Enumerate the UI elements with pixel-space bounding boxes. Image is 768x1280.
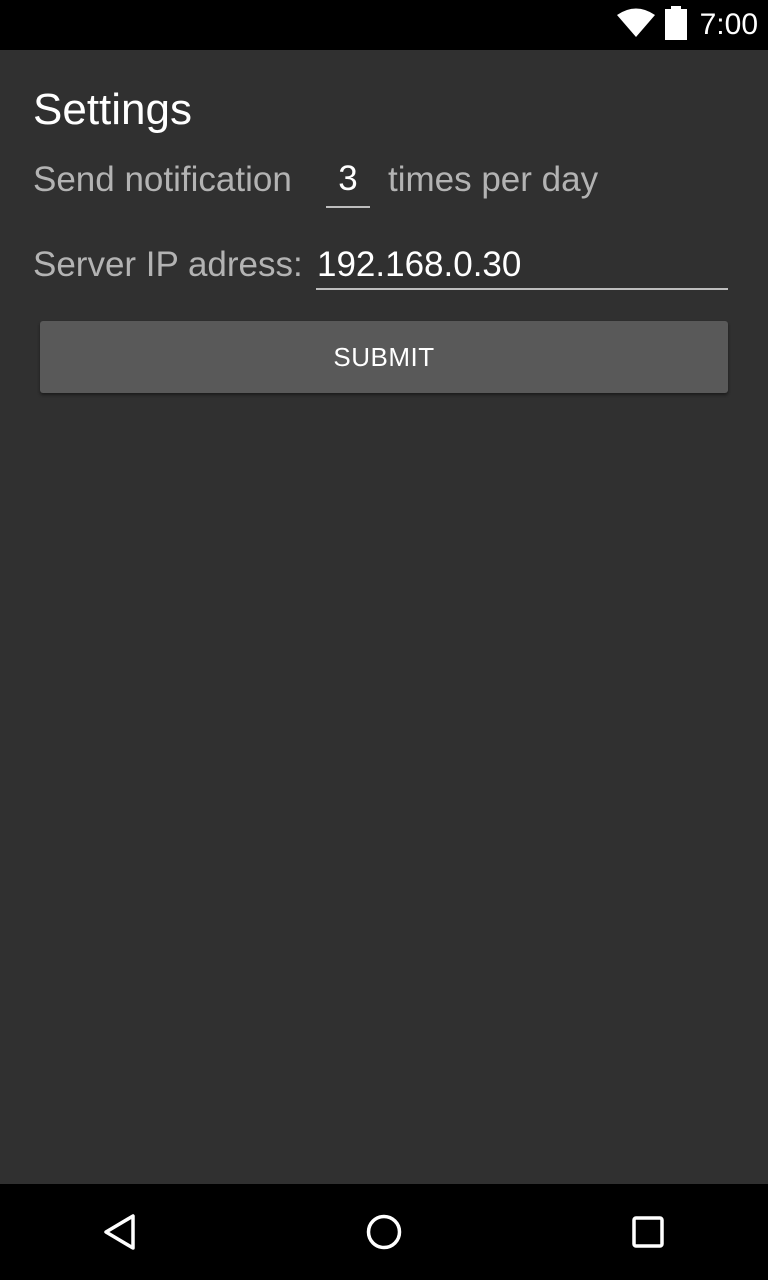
battery-icon [664,5,688,45]
send-notification-label: Send notification [33,160,292,199]
submit-button[interactable]: SUBMIT [40,321,728,393]
times-per-day-label: times per day [388,160,599,199]
notification-count-field[interactable]: 3 [326,150,370,208]
wifi-icon [616,8,656,43]
home-icon[interactable] [360,1208,408,1256]
recents-icon[interactable] [624,1208,672,1256]
back-icon[interactable] [96,1208,144,1256]
status-bar: 7:00 [0,0,768,50]
page-title: Settings [33,85,192,134]
server-ip-field[interactable]: 192.168.0.30 [316,238,728,290]
navigation-bar [0,1184,768,1280]
status-icons: 7:00 [616,0,758,50]
server-ip-label: Server IP adress: [33,245,303,284]
settings-screen: Settings Send notification 3 times per d… [0,50,768,1184]
status-time: 7:00 [699,8,758,41]
